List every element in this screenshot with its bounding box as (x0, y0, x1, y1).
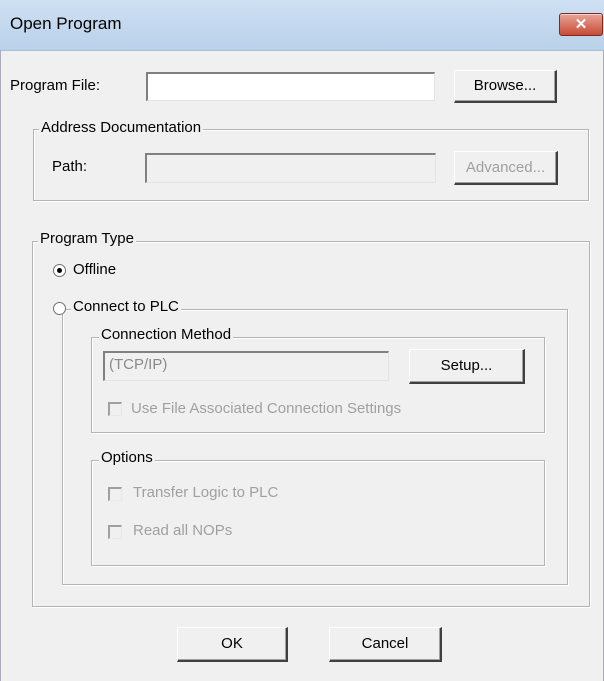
window-title: Open Program (10, 14, 122, 33)
connection-method-field[interactable]: (TCP/IP) (103, 351, 389, 381)
transfer-logic-label[interactable]: Transfer Logic to PLC (133, 484, 278, 501)
connection-method-value: (TCP/IP) (109, 356, 168, 373)
program-file-label: Program File: (10, 77, 101, 94)
close-icon: ✕ (574, 16, 588, 33)
title-bar: Open Program ✕ (0, 0, 604, 51)
offline-radio[interactable] (53, 264, 66, 277)
setup-button[interactable]: Setup... (409, 349, 525, 384)
offline-radio-dot (57, 268, 62, 273)
use-file-settings-label[interactable]: Use File Associated Connection Settings (131, 400, 401, 417)
transfer-logic-checkbox[interactable] (108, 487, 122, 501)
connect-to-plc-label[interactable]: Connect to PLC (71, 298, 181, 315)
browse-button[interactable]: Browse... (454, 70, 557, 103)
ok-button-label: OK (221, 635, 243, 652)
options-legend: Options (99, 449, 155, 466)
cancel-button[interactable]: Cancel (329, 627, 442, 662)
read-nops-checkbox[interactable] (108, 525, 122, 539)
setup-button-label: Setup... (440, 357, 493, 374)
path-input[interactable] (145, 153, 436, 183)
connection-method-legend: Connection Method (99, 326, 234, 343)
program-file-input[interactable] (146, 72, 435, 101)
advanced-button[interactable]: Advanced... (454, 151, 558, 185)
connect-to-plc-radio[interactable] (53, 302, 66, 315)
ok-button[interactable]: OK (177, 627, 288, 662)
advanced-button-label: Advanced... (465, 159, 546, 176)
offline-label[interactable]: Offline (73, 261, 116, 278)
browse-button-label: Browse... (473, 77, 537, 94)
path-label: Path: (52, 158, 88, 175)
read-nops-label[interactable]: Read all NOPs (133, 522, 232, 539)
close-button[interactable]: ✕ (559, 13, 603, 36)
use-file-settings-checkbox[interactable] (108, 402, 122, 416)
options-group (91, 460, 545, 566)
cancel-button-label: Cancel (361, 635, 409, 652)
program-type-legend: Program Type (38, 230, 136, 247)
address-documentation-legend: Address Documentation (39, 119, 204, 136)
